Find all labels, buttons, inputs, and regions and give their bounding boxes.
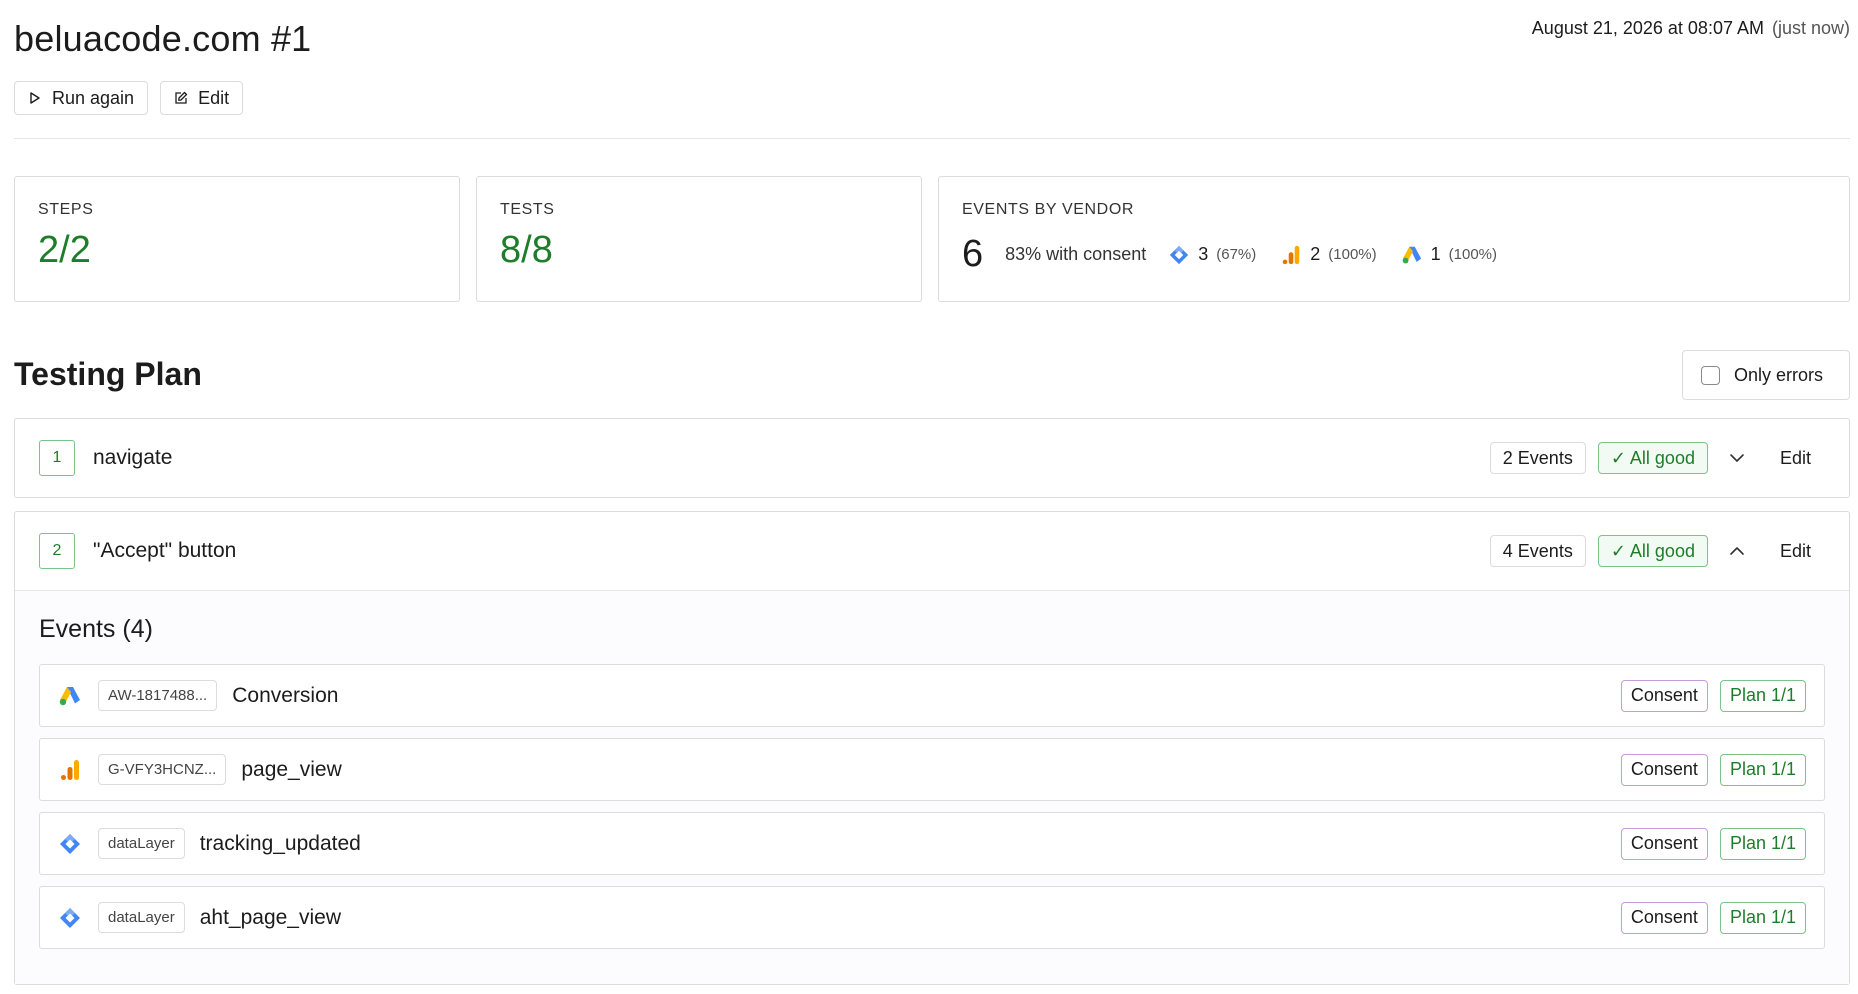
event-id-tag: dataLayer [98, 902, 185, 933]
step-2: 2 "Accept" button 4 Events ✓ All good Ed… [14, 511, 1850, 985]
status-badge: ✓ All good [1597, 442, 1708, 474]
consent-summary: 83% with consent [1005, 244, 1147, 264]
pencil-icon [175, 91, 188, 104]
vendor-count: 2 [1310, 244, 1321, 264]
event-row[interactable]: dataLayer aht_page_view Consent Plan 1/1 [39, 886, 1825, 949]
event-name: tracking_updated [199, 831, 361, 855]
plan-badge: Plan 1/1 [1719, 827, 1806, 860]
consent-badge: Consent [1620, 753, 1708, 786]
vendor-count: 1 [1430, 244, 1441, 264]
vendor-google-ads: 1 (100%) [1401, 244, 1497, 266]
step-number: 2 [39, 533, 75, 569]
google-analytics-icon [1283, 245, 1300, 264]
only-errors-label: Only errors [1734, 364, 1824, 385]
step-name: navigate [93, 446, 173, 469]
chevron-down-icon[interactable] [1726, 447, 1748, 469]
plan-badge: Plan 1/1 [1719, 901, 1806, 934]
status-badge: ✓ All good [1597, 535, 1708, 567]
events-by-vendor-card: EVENTS BY VENDOR 6 83% with consent 3 (6… [938, 176, 1850, 302]
event-row[interactable]: G-VFY3HCNZ... page_view Consent Plan 1/1 [39, 738, 1825, 801]
events-count-badge: 4 Events [1489, 535, 1586, 567]
run-timestamp: August 21, 2026 at 08:07 AM (just now) [1532, 18, 1850, 39]
vendor-percent: (100%) [1328, 246, 1377, 263]
step-name: "Accept" button [93, 539, 237, 562]
steps-label: STEPS [38, 201, 94, 218]
page-title: beluacode.com #1 [14, 18, 312, 59]
events-count-badge: 2 Events [1489, 442, 1586, 474]
chevron-up-icon[interactable] [1726, 540, 1748, 562]
edit-label: Edit [198, 87, 230, 108]
event-id-tag: dataLayer [98, 828, 185, 859]
event-row[interactable]: AW-1817488... Conversion Consent Plan 1/… [39, 664, 1825, 727]
plan-badge: Plan 1/1 [1719, 679, 1806, 712]
consent-badge: Consent [1620, 827, 1708, 860]
vendor-percent: (100%) [1448, 246, 1498, 263]
event-id-tag: AW-1817488... [98, 680, 218, 711]
gtm-icon [1170, 245, 1189, 264]
tests-value: 8/8 [500, 229, 553, 271]
only-errors-toggle[interactable]: Only errors [1682, 350, 1850, 400]
step-header[interactable]: 1 navigate 2 Events ✓ All good Edit [15, 419, 1849, 497]
relative-time: (just now) [1771, 18, 1850, 38]
step-number: 1 [39, 440, 75, 476]
events-panel: Events (4) AW-1817488... Conversion Cons… [15, 590, 1849, 984]
only-errors-checkbox[interactable] [1701, 365, 1720, 385]
vendor-google-analytics: 2 (100%) [1280, 244, 1377, 266]
google-ads-icon [59, 686, 80, 705]
vendor-summary: 6 83% with consent 3 (67%) 2 (100%) 1 (1… [962, 233, 1826, 276]
steps-card: STEPS 2/2 [14, 176, 460, 302]
step-edit-link[interactable]: Edit [1780, 448, 1811, 469]
consent-badge: Consent [1620, 901, 1708, 934]
consent-badge: Consent [1620, 679, 1708, 712]
plan-badge: Plan 1/1 [1719, 753, 1806, 786]
event-name: Conversion [232, 683, 339, 707]
events-title: Events (4) [39, 615, 153, 643]
vendor-percent: (67%) [1216, 246, 1257, 263]
vendor-icon [58, 758, 82, 782]
vendor-gtm: 3 (67%) [1168, 244, 1256, 266]
step-edit-link[interactable]: Edit [1780, 541, 1811, 562]
vendor-count: 3 [1198, 244, 1209, 264]
event-id-tag: G-VFY3HCNZ... [98, 754, 227, 785]
step-1: 1 navigate 2 Events ✓ All good Edit [14, 418, 1850, 498]
events-by-vendor-label: EVENTS BY VENDOR [962, 201, 1135, 218]
gtm-icon [60, 907, 80, 928]
event-name: aht_page_view [199, 905, 341, 929]
header-divider [14, 138, 1850, 139]
play-icon [30, 92, 40, 104]
event-name: page_view [241, 757, 342, 781]
step-header[interactable]: 2 "Accept" button 4 Events ✓ All good Ed… [15, 512, 1849, 590]
run-again-label: Run again [52, 87, 135, 108]
vendor-icon [58, 684, 82, 708]
edit-button[interactable]: Edit [160, 81, 244, 115]
vendor-icon [58, 906, 82, 930]
event-row[interactable]: dataLayer tracking_updated Consent Plan … [39, 812, 1825, 875]
run-again-button[interactable]: Run again [14, 81, 149, 115]
testing-plan-title: Testing Plan [14, 356, 202, 392]
steps-value: 2/2 [38, 229, 91, 271]
events-total: 6 [962, 233, 984, 275]
vendor-icon [58, 832, 82, 856]
google-analytics-icon [61, 759, 79, 780]
timestamp-text: August 21, 2026 at 08:07 AM [1531, 18, 1764, 38]
tests-card: TESTS 8/8 [476, 176, 922, 302]
tests-label: TESTS [500, 201, 555, 218]
gtm-icon [60, 833, 80, 854]
header-actions: Run again Edit [14, 81, 244, 115]
google-ads-icon [1402, 246, 1421, 263]
